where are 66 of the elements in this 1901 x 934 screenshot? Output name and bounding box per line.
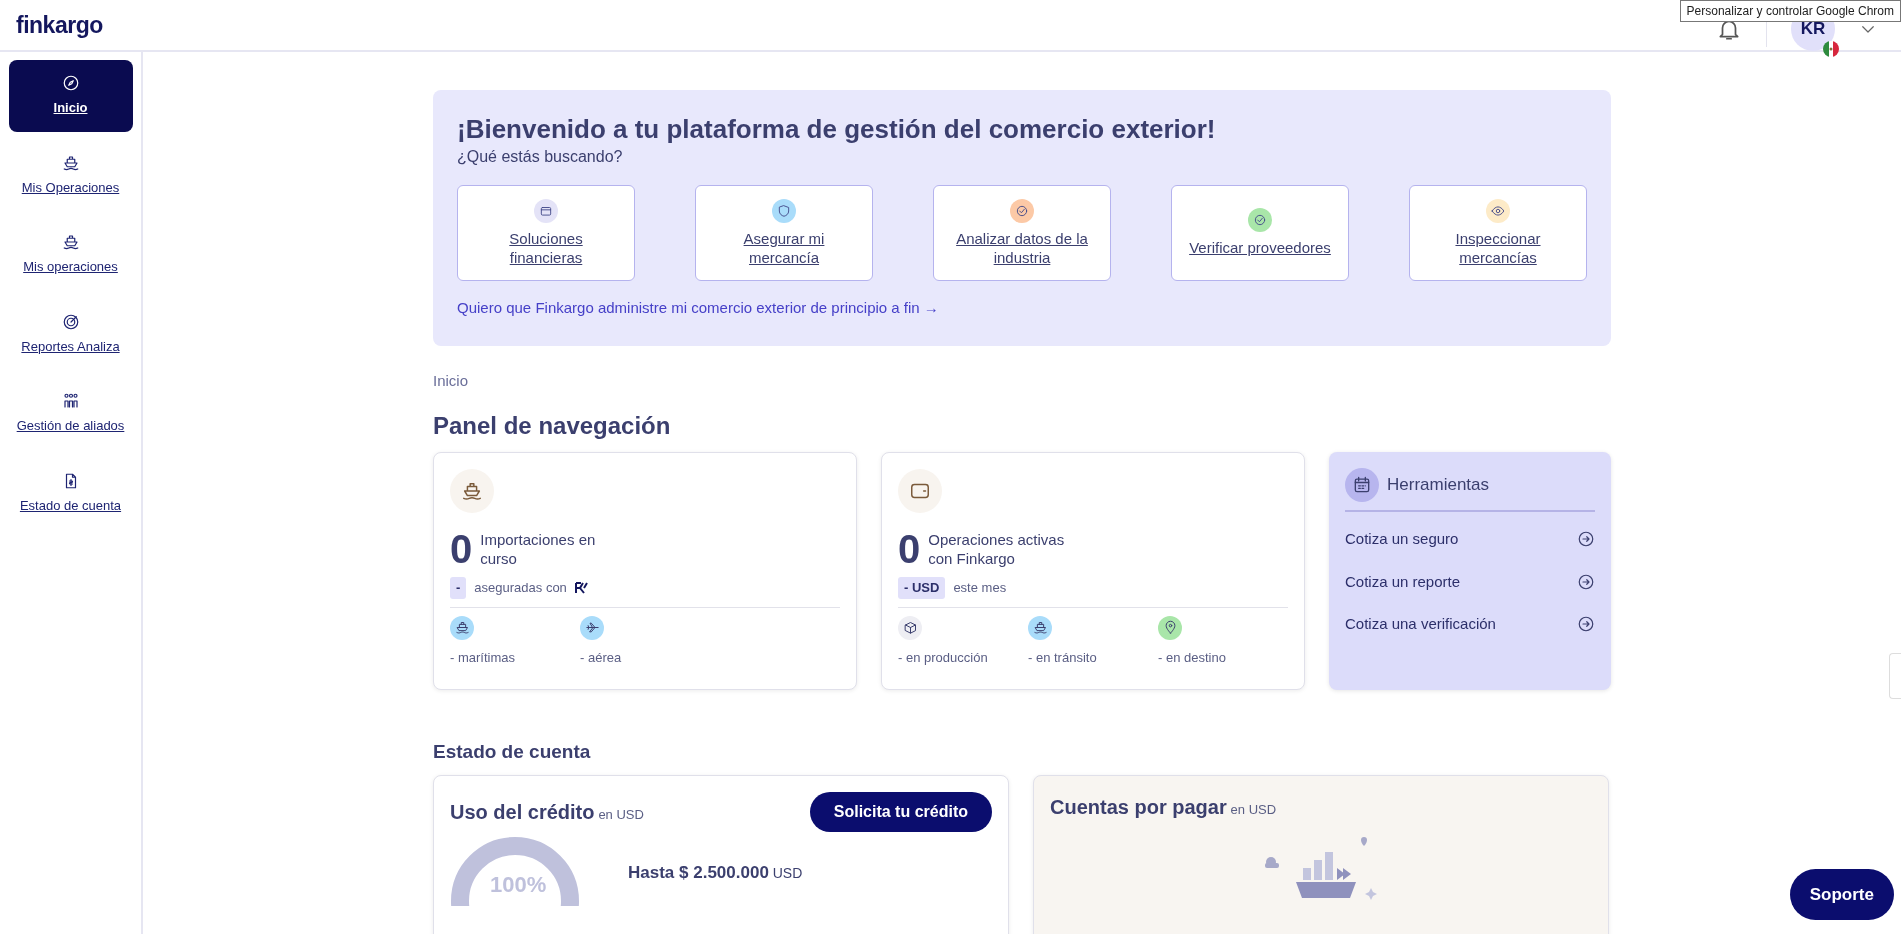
option-card[interactable]: Asegurar mi mercancía xyxy=(695,185,873,282)
link[interactable]: Quiero que Finkargo administre mi comercio exterior de principio a fin → xyxy=(457,299,939,317)
option-card[interactable]: Soluciones financieras xyxy=(457,185,635,282)
logo[interactable]: finkargo xyxy=(16,7,103,43)
count: 0 xyxy=(450,529,473,570)
tooltip: Personalizar y controlar Google Chrom xyxy=(1679,0,1901,22)
arrow-circle-icon xyxy=(1577,530,1595,549)
unit-label: en USD xyxy=(1230,801,1277,817)
check-icon xyxy=(1253,213,1267,228)
compass-icon xyxy=(61,74,80,92)
percent-value: 100% xyxy=(490,870,547,899)
option-card[interactable]: Inspeccionar mercancías xyxy=(1409,185,1587,282)
value-tag: - USD xyxy=(898,577,946,599)
sidebar-item[interactable]: Mis operaciones xyxy=(8,219,133,291)
box-icon xyxy=(902,620,918,636)
flag-icon xyxy=(1823,41,1839,57)
welcome-title: ¡Bienvenido a tu plataforma de gestión del comercio exterior! xyxy=(457,114,1217,146)
brand-mark-icon xyxy=(574,581,589,594)
tool-link[interactable]: Cotiza un reporte xyxy=(1345,562,1595,602)
note: aseguradas con xyxy=(474,579,567,598)
tool-link[interactable]: Cotiza una verificación xyxy=(1345,605,1595,644)
ship-icon xyxy=(1032,620,1048,636)
tools-title: Herramientas xyxy=(1387,474,1490,497)
arrow-circle-icon xyxy=(1577,572,1595,591)
tool-link[interactable]: Cotiza un seguro xyxy=(1345,520,1595,559)
sidebar-item[interactable]: Reportes Analiza xyxy=(8,298,133,370)
sidebar-item[interactable]: Mis Operaciones xyxy=(8,139,133,211)
check-icon xyxy=(1015,203,1029,218)
eye-icon xyxy=(1491,203,1505,218)
sidebar-item[interactable]: Gestión de aliados xyxy=(8,378,133,450)
breadcrumb[interactable]: Inicio xyxy=(433,369,1611,393)
arrow-circle-icon xyxy=(1577,615,1595,634)
ship-icon xyxy=(61,233,80,251)
option-card[interactable]: Verificar proveedores xyxy=(1171,185,1349,282)
support-button[interactable]: Soporte xyxy=(1789,868,1894,920)
unit-label: USD xyxy=(772,864,803,881)
people-icon xyxy=(61,392,80,410)
ship-icon xyxy=(461,480,483,503)
note: este mes xyxy=(953,579,1007,598)
unit-label: en USD xyxy=(598,806,644,822)
radar-icon xyxy=(61,312,80,331)
welcome-subtitle: ¿Qué estás buscando? xyxy=(457,147,624,168)
value-tag: - xyxy=(450,577,467,599)
ship-icon xyxy=(454,620,470,636)
count: 0 xyxy=(898,529,921,570)
sidebar-item[interactable]: Inicio xyxy=(8,60,133,132)
location-pin-icon xyxy=(1162,620,1178,636)
stat-label: - marítimas xyxy=(450,648,516,667)
card-title: Uso del crédito xyxy=(450,800,595,823)
card-title: Cuentas por pagar xyxy=(1050,795,1227,818)
section-title: Estado de cuenta xyxy=(433,740,592,765)
section-title: Panel de navegación xyxy=(433,411,672,442)
side-tab[interactable] xyxy=(1889,653,1901,699)
credit-limit: Hasta $ 2.500.000 xyxy=(628,862,769,882)
stat-label: - en producción xyxy=(898,648,989,667)
option-card[interactable]: Analizar datos de la industria xyxy=(933,185,1111,282)
stat-label: - en destino xyxy=(1158,648,1227,667)
sidebar-item[interactable]: Estado de cuenta xyxy=(8,457,133,529)
request-credit-button[interactable]: Solicita tu crédito xyxy=(809,791,992,832)
stat-label: - en tránsito xyxy=(1028,648,1098,667)
stat-label: - aérea xyxy=(580,648,623,667)
plane-icon xyxy=(584,620,600,636)
shield-icon xyxy=(777,203,791,218)
ship-icon xyxy=(61,153,80,172)
count-label: Importaciones en curso xyxy=(480,529,597,569)
count-label: Operaciones activas con Finkargo xyxy=(928,529,1066,569)
